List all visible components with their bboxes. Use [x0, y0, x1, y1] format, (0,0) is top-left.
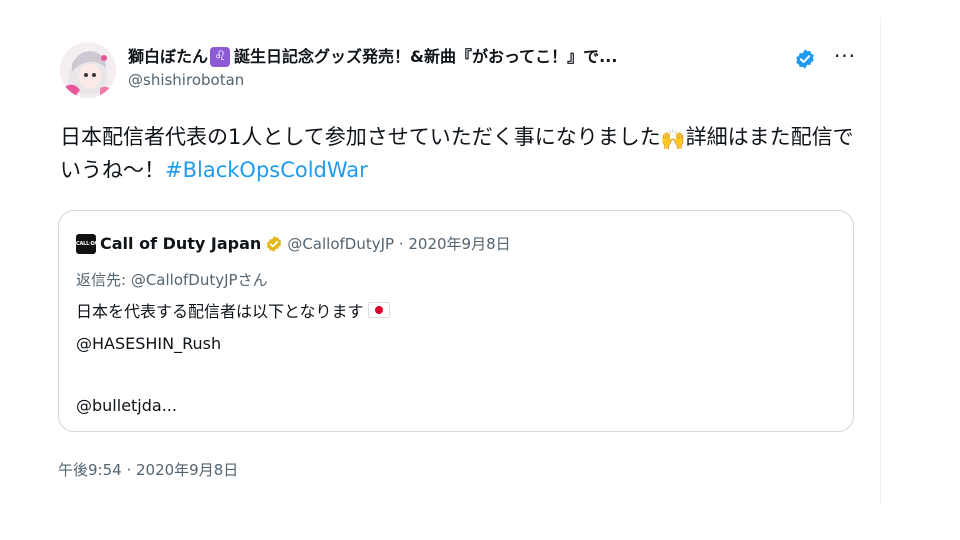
gold-verified-badge-icon: [267, 235, 282, 252]
more-options-icon[interactable]: ···: [832, 46, 858, 70]
quote-reply-to[interactable]: 返信先: @CallofDutyJPさん: [76, 269, 268, 291]
verified-badge-icon: [796, 49, 814, 69]
quote-author-name[interactable]: Call of Duty Japan: [100, 234, 261, 253]
display-name-prefix: 獅白ぼたん: [128, 47, 209, 66]
tweet-text-part1: 日本配信者代表の1人として参加させていただく事になりました: [60, 125, 661, 149]
tweet-text: 日本配信者代表の1人として参加させていただく事になりました🙌詳細はまた配信でいう…: [60, 122, 860, 186]
display-name-suffix: 誕生日記念グッズ発売！&新曲『がおってこ！』で...: [234, 47, 618, 66]
page: 獅白ぼたん ♌ 誕生日記念グッズ発売！&新曲『がおってこ！』で... @shis…: [0, 0, 960, 540]
japan-flag-icon: [367, 302, 390, 318]
raised-hands-emoji-icon: 🙌: [660, 127, 686, 151]
quote-text-line1: 日本を代表する配信者は以下となります: [76, 301, 390, 323]
quote-header: CALL·DUTY Call of Duty Japan @CallofDuty…: [76, 233, 511, 254]
avatar[interactable]: [60, 42, 116, 98]
author-names: 獅白ぼたん ♌ 誕生日記念グッズ発売！&新曲『がおってこ！』で... @shis…: [128, 46, 788, 90]
tweet[interactable]: 獅白ぼたん ♌ 誕生日記念グッズ発売！&新曲『がおってこ！』で... @shis…: [56, 40, 864, 479]
user-handle[interactable]: @shishirobotan: [128, 70, 788, 90]
quote-mention-haseshin: @HASESHIN_Rush: [76, 334, 222, 353]
quote-tweet-card[interactable]: CALL·DUTY Call of Duty Japan @CallofDuty…: [58, 210, 854, 432]
quote-line1-text: 日本を代表する配信者は以下となります: [76, 302, 364, 321]
column-divider: [880, 18, 881, 506]
tweet-timestamp[interactable]: 午後9:54 · 2020年9月8日: [58, 460, 238, 480]
display-name[interactable]: 獅白ぼたん ♌ 誕生日記念グッズ発売！&新曲『がおってこ！』で...: [128, 46, 788, 68]
leo-zodiac-icon: ♌: [210, 47, 231, 67]
quote-avatar[interactable]: CALL·DUTY: [76, 233, 96, 254]
hashtag-link[interactable]: #BlackOpsColdWar: [165, 158, 368, 182]
quote-mention-bulletjda: @bulletjda...: [76, 396, 177, 415]
quote-handle-date: @CallofDutyJP · 2020年9月8日: [287, 235, 511, 253]
tweet-header: 獅白ぼたん ♌ 誕生日記念グッズ発売！&新曲『がおってこ！』で... @shis…: [56, 40, 864, 104]
